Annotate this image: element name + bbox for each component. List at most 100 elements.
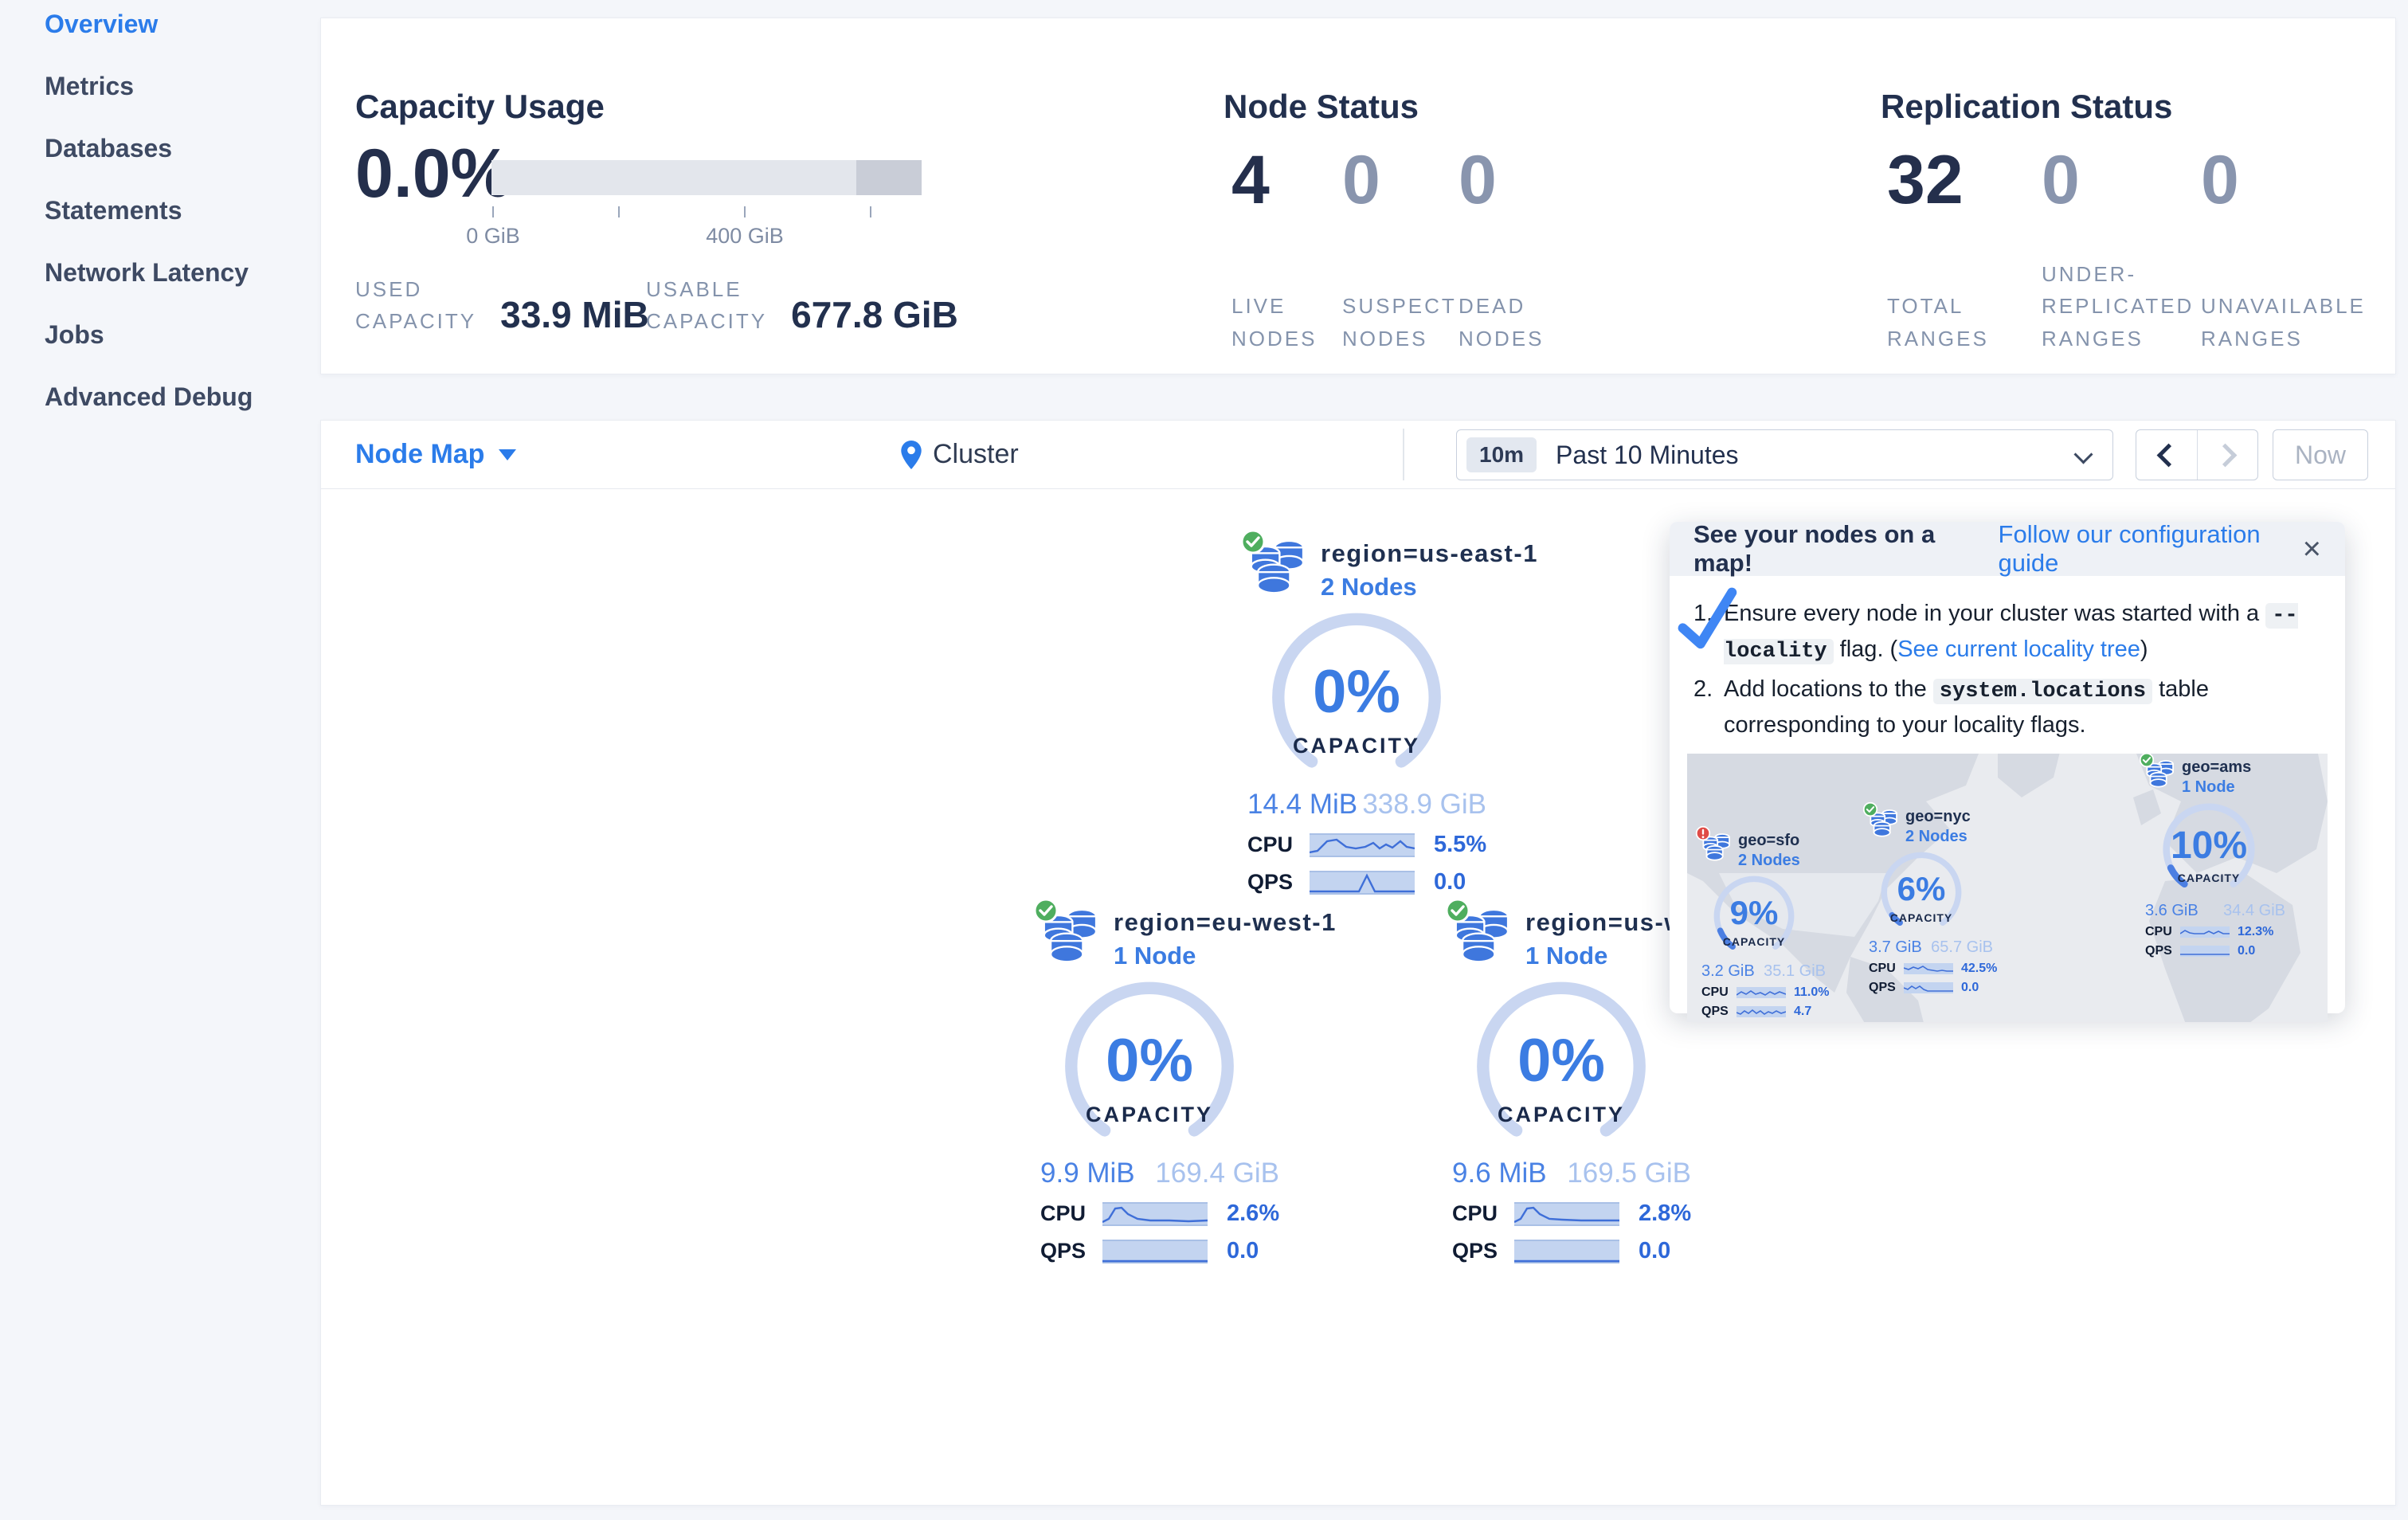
- time-range-dropdown[interactable]: 10m Past 10 Minutes: [1456, 429, 2113, 480]
- qps-value: 0.0: [1227, 1238, 1259, 1263]
- capacity-gauge-label: CAPACITY: [1085, 1103, 1213, 1126]
- capacity-gauge-label: CAPACITY: [1497, 1103, 1625, 1126]
- capacity-tick: [492, 206, 494, 217]
- map-cluster-locality: geo=nyc: [1905, 808, 1971, 825]
- healthy-status-icon: [1033, 898, 1059, 923]
- tooltip-title: See your nodes on a map!: [1693, 520, 1936, 577]
- qps-sparkline: [1514, 1239, 1619, 1263]
- step-text: ): [2140, 636, 2148, 662]
- time-range-value: Past 10 Minutes: [1556, 440, 1739, 469]
- used-capacity-label: USED CAPACITY: [355, 277, 477, 334]
- cpu-label: CPU: [1247, 832, 1294, 856]
- capacity-gauge-percent: 9%: [1729, 894, 1779, 931]
- map-cluster-locality: geo=ams: [2182, 758, 2252, 776]
- cluster-used-capacity: 9.6 MiB: [1452, 1158, 1547, 1189]
- node-map-toolbar: Node Map Cluster 10m Past 10 Minutes Now: [321, 421, 2395, 489]
- cluster-us-east-1[interactable]: region=us-east-1 2 Nodes 0% CAPACITY 14.…: [1240, 529, 1537, 895]
- capacity-gauge: 10% CAPACITY: [2145, 798, 2273, 900]
- cluster-total-capacity: 169.5 GiB: [1567, 1158, 1691, 1189]
- healthy-status-icon: [1445, 898, 1470, 923]
- step-marker: 2.: [1693, 676, 1713, 702]
- now-button[interactable]: Now: [2273, 429, 2368, 480]
- sidebar-item-network-latency[interactable]: Network Latency: [45, 258, 319, 288]
- map-cluster-locality: geo=sfo: [1738, 832, 1800, 849]
- view-mode-dropdown[interactable]: Node Map: [355, 421, 517, 488]
- sidebar-item-metrics[interactable]: Metrics: [45, 72, 319, 101]
- capacity-tick: [870, 206, 871, 217]
- cpu-sparkline: [1310, 832, 1415, 857]
- cpu-label: CPU: [1869, 962, 1896, 975]
- cpu-sparkline: [2180, 926, 2230, 938]
- cpu-sparkline: [1904, 963, 1953, 974]
- sidebar-item-overview[interactable]: Overview: [45, 10, 319, 39]
- capacity-gauge: 0% CAPACITY: [1454, 977, 1669, 1156]
- prev-interval-button[interactable]: [2136, 430, 2198, 480]
- suspect-nodes-metric: 0 SUSPECT NODES: [1342, 142, 1455, 355]
- cluster-total-capacity: 169.4 GiB: [1155, 1158, 1279, 1189]
- sidebar-item-statements[interactable]: Statements: [45, 196, 319, 225]
- qps-sparkline: [1310, 870, 1415, 895]
- sidebar-item-databases[interactable]: Databases: [45, 134, 319, 163]
- map-cluster-sfo[interactable]: geo=sfo 2 Nodes 9% CAPACITY 3.2 GiB 35.1…: [1695, 825, 1845, 1019]
- usable-capacity-value: 677.8 GiB: [791, 293, 958, 335]
- under-replicated-ranges-value: 0: [2042, 142, 2080, 218]
- node-status-title: Node Status: [1224, 87, 1419, 125]
- unavailable-ranges-value: 0: [2201, 142, 2239, 218]
- breadcrumb-label: Cluster: [933, 439, 1019, 469]
- cluster-locality-label: region=eu-west-1: [1114, 908, 1337, 936]
- cluster-total-capacity: 338.9 GiB: [1362, 789, 1486, 820]
- sidebar: Overview Metrics Databases Statements Ne…: [0, 0, 319, 1520]
- under-replicated-ranges-metric: 0 UNDER- REPLICATED RANGES: [2042, 146, 2193, 355]
- map-pin-icon: [901, 440, 922, 469]
- qps-sparkline: [1737, 1006, 1786, 1017]
- live-nodes-metric: 4 LIVE NODES: [1231, 146, 1335, 355]
- node-map-preview: geo=sfo 2 Nodes 9% CAPACITY 3.2 GiB 35.1…: [1687, 754, 2328, 1022]
- cluster-used-capacity: 14.4 MiB: [1247, 789, 1358, 820]
- setup-step-1: 1. Ensure every node in your cluster was…: [1693, 597, 2321, 668]
- sidebar-item-jobs[interactable]: Jobs: [45, 320, 319, 350]
- qps-value: 4.7: [1794, 1005, 1812, 1018]
- cluster-summary-panel: Capacity Usage 0.0% 0 GiB 400 GiB USED C…: [320, 18, 2396, 374]
- map-cluster-nodes: 1 Node: [2182, 778, 2235, 796]
- configuration-guide-link[interactable]: Follow our configuration guide: [1999, 520, 2303, 578]
- cpu-value: 2.6%: [1227, 1201, 1280, 1226]
- step-text: Add locations to the: [1724, 676, 1933, 702]
- capacity-usage-title: Capacity Usage: [355, 87, 605, 125]
- replication-status-title: Replication Status: [1881, 87, 2173, 125]
- capacity-bar: [491, 160, 922, 195]
- tooltip-steps: 1. Ensure every node in your cluster was…: [1670, 576, 2345, 742]
- healthy-status-icon: [2139, 754, 2155, 768]
- qps-label: QPS: [1452, 1239, 1498, 1263]
- suspect-nodes-value: 0: [1342, 142, 1380, 218]
- total-ranges-metric: 32 TOTAL RANGES: [1887, 146, 2007, 355]
- cpu-sparkline: [1514, 1201, 1619, 1226]
- capacity-gauge-percent: 0%: [1106, 1027, 1193, 1095]
- cpu-sparkline: [1737, 987, 1786, 998]
- capacity-gauge-percent: 0%: [1517, 1027, 1605, 1095]
- step-text: flag. (: [1833, 636, 1898, 662]
- unavailable-ranges-metric: 0 UNAVAILABLE RANGES: [2201, 142, 2363, 355]
- map-cluster-nyc[interactable]: geo=nyc 2 Nodes 6% CAPACITY 3.7 GiB 65.7…: [1862, 801, 2012, 995]
- map-cluster-total: 65.7 GiB: [1931, 938, 1993, 956]
- breadcrumb[interactable]: Cluster: [901, 421, 1019, 488]
- map-cluster-total: 35.1 GiB: [1764, 962, 1826, 980]
- sidebar-item-advanced-debug[interactable]: Advanced Debug: [45, 382, 319, 412]
- cluster-used-capacity: 9.9 MiB: [1040, 1158, 1135, 1189]
- next-interval-button[interactable]: [2198, 430, 2258, 480]
- capacity-gauge-label: CAPACITY: [1889, 911, 1953, 924]
- capacity-bar-dark-segment: [856, 160, 922, 195]
- map-cluster-ams[interactable]: geo=ams 1 Node 10% CAPACITY 3.6 GiB 34.4…: [2139, 754, 2289, 958]
- used-capacity-value: 33.9 MiB: [500, 293, 649, 335]
- toolbar-divider: [1403, 429, 1404, 480]
- close-icon[interactable]: ×: [2303, 533, 2321, 565]
- qps-value: 0.0: [1961, 981, 1979, 994]
- locality-tree-link[interactable]: See current locality tree: [1897, 637, 2140, 662]
- cluster-eu-west-1[interactable]: region=eu-west-1 1 Node 0% CAPACITY 9.9 …: [1033, 898, 1335, 1264]
- cluster-nodes-link[interactable]: 1 Node: [1114, 942, 1337, 970]
- qps-label: QPS: [2145, 944, 2172, 958]
- cpu-label: CPU: [1452, 1201, 1498, 1225]
- cluster-nodes-link[interactable]: 2 Nodes: [1321, 573, 1538, 601]
- unavailable-ranges-label: UNAVAILABLE RANGES: [2201, 294, 2366, 351]
- qps-label: QPS: [1869, 981, 1896, 994]
- cpu-value: 12.3%: [2238, 925, 2274, 938]
